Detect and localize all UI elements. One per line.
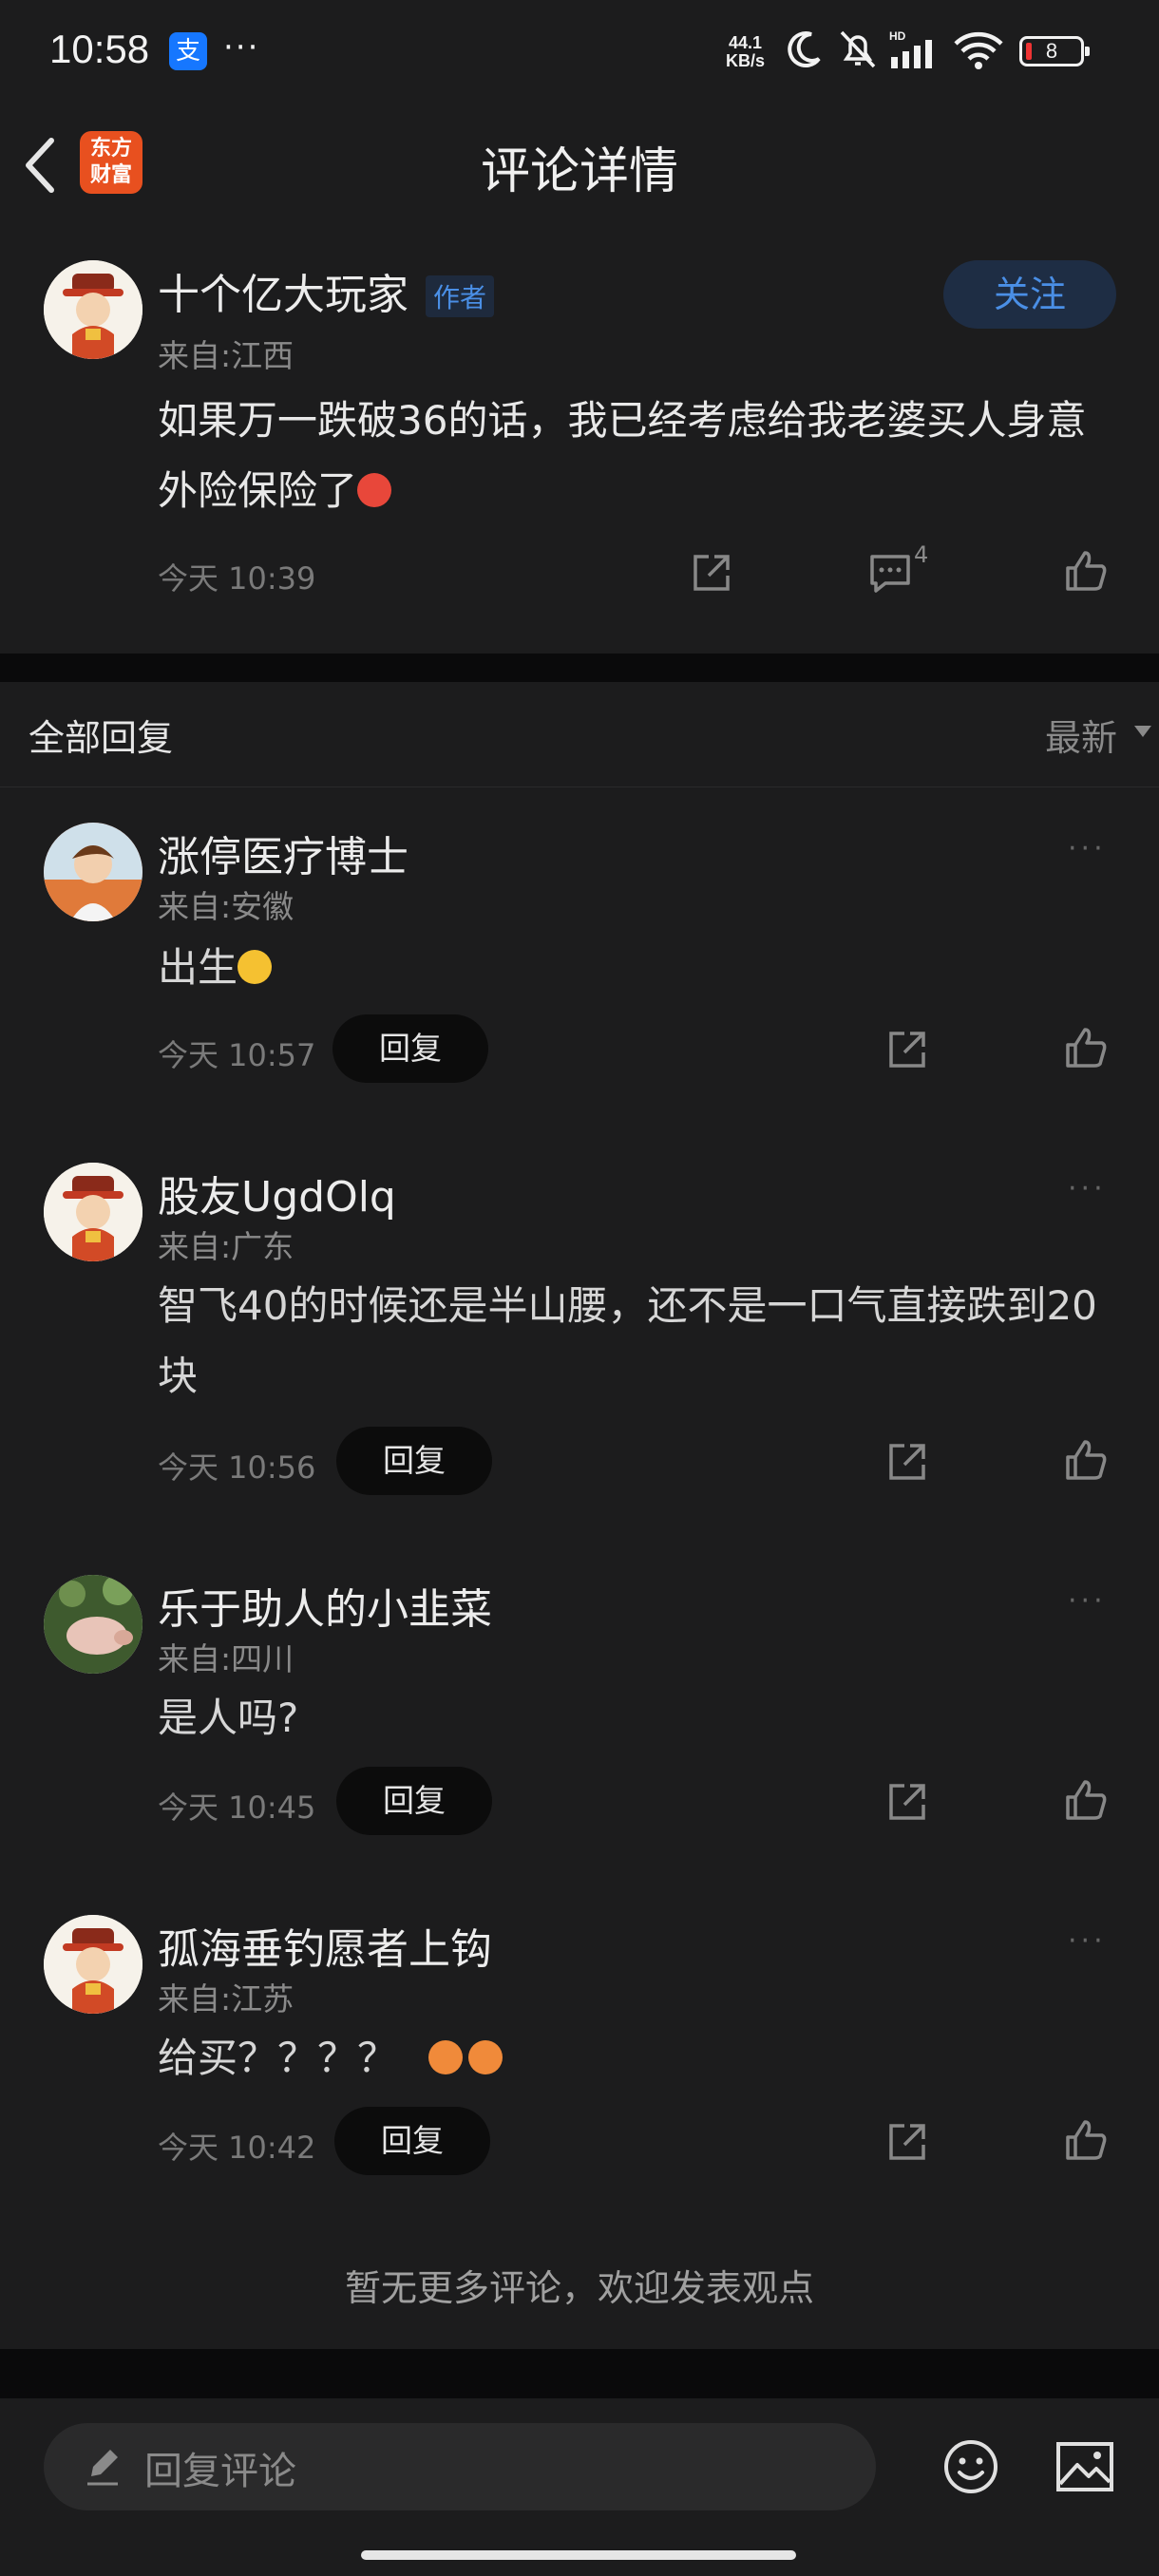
pencil-icon (87, 2450, 118, 2486)
comment-text-content: 如果万一跌破36的话，我已经考虑给我老婆买人身意外险保险了 (158, 397, 1087, 514)
status-bar: 10:58 支 ··· 44.1 KB/s HD 8 (0, 0, 1159, 104)
like-icon[interactable] (1062, 1776, 1110, 1824)
laughing-tears-emoji-icon (238, 949, 273, 984)
like-icon[interactable] (1062, 547, 1110, 595)
more-options-icon[interactable]: ··· (1068, 1584, 1107, 1618)
reply-input-placeholder: 回复评论 (144, 2450, 296, 2493)
reply-author[interactable]: 涨停医疗博士 (158, 823, 408, 883)
reply-region: 来自:四川 (158, 1640, 294, 1677)
signal-hd-label: HD (889, 29, 906, 43)
reply-time: 今天 10:45 (158, 1790, 316, 1826)
like-icon[interactable] (1062, 1436, 1110, 1484)
avatar[interactable] (44, 1163, 142, 1261)
section-divider (0, 653, 1159, 682)
avatar-caishen-icon (44, 1915, 142, 2014)
reply-input[interactable]: 回复评论 (44, 2423, 876, 2510)
reply-author[interactable]: 孤海垂钓愿者上钩 (158, 1915, 492, 1976)
emoji-icon[interactable] (940, 2436, 1001, 2497)
reply-time: 今天 10:57 (158, 1037, 316, 1073)
network-speed-unit: KB/s (726, 51, 766, 70)
shocked-face-emoji-icon (468, 2039, 504, 2074)
avatar[interactable] (44, 1915, 142, 2014)
avatar[interactable] (44, 823, 142, 921)
network-speed: 44.1 KB/s (726, 34, 765, 70)
replies-section: 全部回复 最新 涨停医疗博士 来自:安徽 ··· 出生 今天 10:57 回复 (0, 682, 1159, 2349)
home-indicator[interactable] (361, 2550, 796, 2560)
author-badge: 作者 (426, 275, 495, 317)
reply-region: 来自:安徽 (158, 888, 294, 925)
header: 东方 财富 评论详情 (0, 104, 1159, 227)
reply-button[interactable]: 回复 (336, 1427, 492, 1495)
reply-text-content: 出生 (158, 944, 238, 991)
like-icon[interactable] (1062, 2116, 1110, 2164)
share-icon[interactable] (884, 1438, 931, 1486)
status-time: 10:58 (49, 27, 150, 71)
more-options-icon[interactable]: ··· (1068, 1924, 1107, 1958)
share-icon[interactable] (884, 1026, 931, 1073)
angry-face-emoji-icon (357, 472, 392, 507)
more-options-icon[interactable]: ··· (1068, 832, 1107, 865)
divider (0, 786, 1159, 787)
battery-icon: 8 (1019, 36, 1090, 66)
signal-icon: HD (889, 29, 932, 68)
comment-text: 如果万一跌破36的话，我已经考虑给我老婆买人身意外险保险了 (158, 386, 1117, 526)
share-icon[interactable] (884, 2118, 931, 2166)
comment-count: 4 (914, 541, 929, 568)
alipay-notification-icon: 支 (169, 32, 207, 70)
page-title: 评论详情 (480, 143, 678, 200)
share-icon[interactable] (884, 1778, 931, 1826)
image-icon[interactable] (1054, 2438, 1115, 2495)
avatar-piglet-photo-icon (44, 1575, 142, 1674)
reply-region: 来自:江苏 (158, 1980, 294, 2017)
reply-time: 今天 10:42 (158, 2130, 316, 2166)
reply-author[interactable]: 乐于助人的小韭菜 (158, 1575, 492, 1636)
avatar-caishen-icon (44, 1163, 142, 1261)
reply-time: 今天 10:56 (158, 1449, 316, 1486)
wifi-icon (954, 31, 1003, 69)
shocked-face-emoji-icon (428, 2039, 464, 2074)
avatar-caishen-icon (44, 260, 142, 359)
reply-text-content: 给买？？？？ (158, 2035, 398, 2081)
section-title: 全部回复 (28, 717, 174, 759)
battery-level: 8 (1045, 39, 1058, 63)
more-notifications-icon: ··· (223, 28, 260, 66)
caret-down-icon[interactable] (1134, 726, 1151, 737)
mute-bell-icon (840, 30, 876, 68)
reply-text: 出生 (158, 933, 1117, 1003)
network-speed-value: 44.1 (728, 33, 763, 52)
reply-text: 智飞40的时候还是半山腰，还不是一口气直接跌到20块 (158, 1282, 1097, 1399)
follow-button[interactable]: 关注 (943, 260, 1116, 329)
reply-text: 给买？？？？ (158, 2023, 1117, 2093)
section-divider (0, 2349, 1159, 2398)
comment-icon[interactable] (866, 549, 914, 597)
avatar-cartoon-doctor-icon (44, 823, 142, 921)
bottom-bar: 回复评论 (0, 2398, 1159, 2576)
main-comment: 十个亿大玩家 作者 来自:江西 关注 如果万一跌破36的话，我已经考虑给我老婆买… (0, 226, 1159, 653)
sort-dropdown[interactable]: 最新 (1045, 709, 1117, 761)
reply-region: 来自:广东 (158, 1228, 294, 1265)
author-region: 来自:江西 (158, 337, 294, 374)
do-not-disturb-icon (788, 31, 821, 67)
reply-text: 是人吗? (158, 1695, 299, 1741)
author-name[interactable]: 十个亿大玩家 (158, 260, 408, 321)
reply-author[interactable]: 股友UgdOlq (158, 1163, 396, 1223)
reply-button[interactable]: 回复 (332, 1014, 488, 1083)
no-more-comments: 暂无更多评论，欢迎发表观点 (344, 2267, 814, 2309)
comment-time: 今天 10:39 (158, 560, 316, 597)
avatar[interactable] (44, 1575, 142, 1674)
like-icon[interactable] (1062, 1024, 1110, 1071)
reply-button[interactable]: 回复 (336, 1767, 492, 1835)
reply-button[interactable]: 回复 (334, 2107, 490, 2175)
more-options-icon[interactable]: ··· (1068, 1172, 1107, 1205)
share-icon[interactable] (688, 549, 735, 597)
avatar[interactable] (44, 260, 142, 359)
